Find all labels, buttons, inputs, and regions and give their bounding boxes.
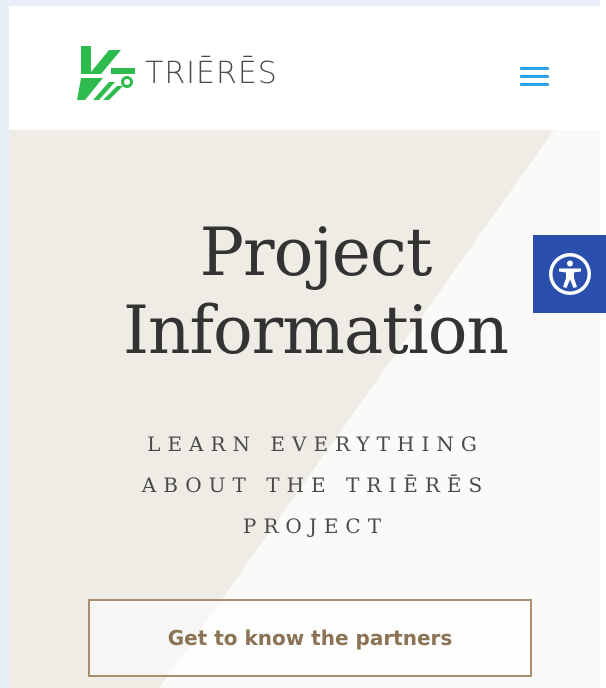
right-edge xyxy=(600,0,606,688)
page-subtitle: LEARN EVERYTHING ABOUT THE TRIĒRĒS PROJE… xyxy=(141,432,490,538)
hamburger-menu-button[interactable] xyxy=(514,60,554,92)
accessibility-icon xyxy=(548,253,591,295)
trieres-logo-icon xyxy=(77,46,135,100)
site-header: TRIĒRĒS xyxy=(9,6,600,130)
hamburger-menu-icon-bar xyxy=(519,82,549,86)
accessibility-button[interactable] xyxy=(533,235,606,313)
logo-text: TRIĒRĒS xyxy=(145,56,278,91)
hamburger-menu-icon-bar xyxy=(519,74,549,78)
page-title: Project Information xyxy=(122,214,509,369)
hero-section: Project Information LEARN EVERYTHING ABO… xyxy=(9,130,600,688)
partners-button[interactable]: Get to know the partners xyxy=(88,599,532,677)
left-edge xyxy=(0,0,9,688)
hamburger-menu-icon-bar xyxy=(519,66,549,70)
site-logo[interactable]: TRIĒRĒS xyxy=(75,42,278,106)
